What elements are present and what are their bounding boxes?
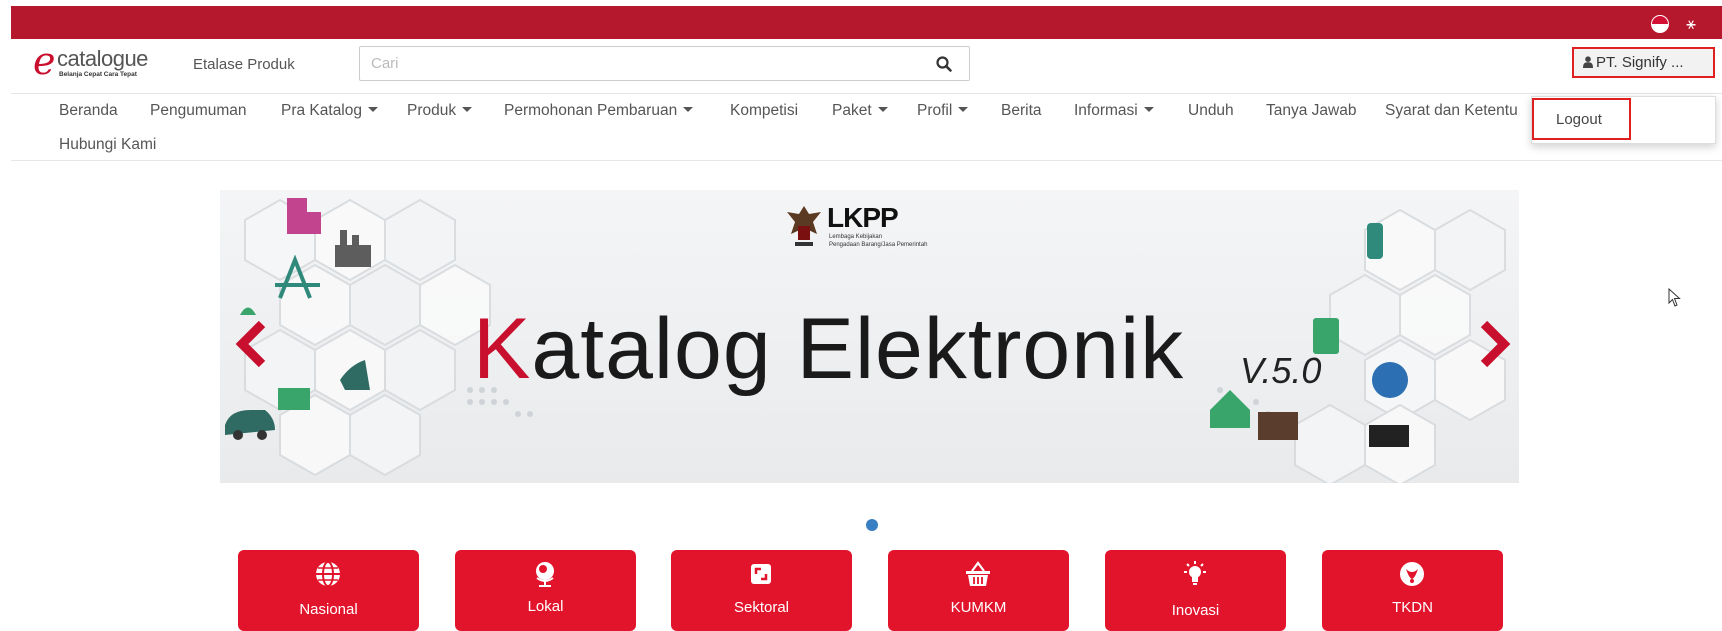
nav-item-syarat-dan-ketentu[interactable]: Syarat dan Ketentu xyxy=(1385,102,1518,120)
logout-menu-item[interactable]: Logout xyxy=(1532,98,1631,140)
basket-icon xyxy=(966,561,990,586)
nav-item-label: Profil xyxy=(917,102,953,119)
nav-item-label: Syarat dan Ketentu xyxy=(1385,102,1518,119)
nav-item-label: Berita xyxy=(1001,102,1042,119)
carousel-next-arrow-icon[interactable] xyxy=(1476,320,1512,368)
nav-item-label: Informasi xyxy=(1074,102,1138,119)
nav-item-unduh[interactable]: Unduh xyxy=(1188,102,1234,120)
nav-item-beranda[interactable]: Beranda xyxy=(59,102,118,120)
nav-item-profil[interactable]: Profil xyxy=(917,102,969,120)
tile-nasional[interactable]: Nasional xyxy=(238,550,419,631)
nav-item-label: Pra Katalog xyxy=(281,102,362,119)
tile-label-tkdn: TKDN xyxy=(1392,599,1433,616)
user-menu-button[interactable]: PT. Signify ... xyxy=(1572,47,1715,78)
tile-kumkm[interactable]: KUMKM xyxy=(888,550,1069,631)
nav-item-permohonan-pembaruan[interactable]: Permohonan Pembaruan xyxy=(504,102,694,120)
mouse-cursor-icon xyxy=(1668,288,1681,307)
user-dropdown-menu: Logout xyxy=(1531,96,1716,144)
nav-item-label: Beranda xyxy=(59,102,118,119)
lkpp-subtitle-2: Pengadaan Barang/Jasa Pemerintah xyxy=(829,242,928,248)
tile-tkdn[interactable]: TKDN xyxy=(1322,550,1503,631)
user-name-label: PT. Signify ... xyxy=(1596,54,1684,71)
tile-lokal[interactable]: Lokal xyxy=(455,550,636,631)
nav-item-pengumuman[interactable]: Pengumuman xyxy=(150,102,247,120)
nav-item-informasi[interactable]: Informasi xyxy=(1074,102,1154,120)
top-bar: ⚹ xyxy=(11,6,1722,39)
logo-e: e xyxy=(33,39,56,83)
main-nav: Beranda Pengumuman Pra Katalog Produk Permoh… xyxy=(11,94,1722,161)
expand-icon xyxy=(751,564,771,584)
caret-down-icon xyxy=(368,107,378,113)
banner-title-first-letter: K xyxy=(473,301,532,397)
nav-item-label: Hubungi Kami xyxy=(59,136,157,153)
tile-inovasi[interactable]: Inovasi xyxy=(1105,550,1286,631)
caret-down-icon xyxy=(1143,107,1154,113)
ecatalogue-logo[interactable]: e catalogue Belanja Cepat Cara Tepat xyxy=(33,40,173,86)
search-box xyxy=(359,46,970,81)
nav-row-1: Beranda Pengumuman Pra Katalog Produk Permoh… xyxy=(11,94,1722,128)
desk-globe-icon xyxy=(536,562,554,587)
nav-item-tanya-jawab[interactable]: Tanya Jawab xyxy=(1266,102,1356,120)
tkdn-logo-icon xyxy=(1400,562,1424,586)
nav-item-label: Kompetisi xyxy=(730,102,799,119)
banner-title: Katalog Elektronik xyxy=(473,300,1184,399)
tile-sektoral[interactable]: Sektoral xyxy=(671,550,852,631)
nav-item-label: Pengumuman xyxy=(150,102,247,119)
garuda-emblem-icon xyxy=(787,206,821,246)
lightbulb-icon xyxy=(1184,561,1206,585)
nav-item-hubungi-kami[interactable]: Hubungi Kami xyxy=(59,136,156,154)
caret-down-icon xyxy=(877,107,888,113)
nav-item-label: Unduh xyxy=(1188,102,1234,119)
nav-item-label: Produk xyxy=(407,102,457,119)
uk-flag-icon[interactable]: ⚹ xyxy=(1681,14,1701,34)
search-icon[interactable] xyxy=(935,55,953,73)
logo-tagline: Belanja Cepat Cara Tepat xyxy=(59,71,137,78)
logo-word: catalogue xyxy=(57,46,148,71)
header: e catalogue Belanja Cepat Cara Tepat Eta… xyxy=(11,39,1722,94)
caret-down-icon xyxy=(958,107,969,113)
caret-down-icon xyxy=(462,107,473,113)
tile-label-inovasi: Inovasi xyxy=(1171,602,1220,619)
globe-icon xyxy=(316,561,340,587)
nav-row-2: Hubungi Kami xyxy=(11,128,1722,162)
tile-label-kumkm: KUMKM xyxy=(950,599,1007,616)
nav-item-label: Tanya Jawab xyxy=(1266,102,1357,119)
lkpp-subtitle-1: Lembaga Kebijakan xyxy=(829,234,883,240)
caret-down-icon xyxy=(683,107,694,113)
nav-item-berita[interactable]: Berita xyxy=(1001,102,1042,120)
etalase-produk-link[interactable]: Etalase Produk xyxy=(193,56,295,73)
tile-label-lokal: Lokal xyxy=(527,598,564,615)
carousel-prev-arrow-icon[interactable] xyxy=(234,320,270,368)
lkpp-logo: LKPP Lembaga Kebijakan Pengadaan Barang/… xyxy=(785,202,985,254)
carousel-indicator-dot[interactable] xyxy=(866,519,878,531)
lkpp-wordmark: LKPP xyxy=(827,202,899,233)
page: ⚹ e catalogue Belanja Cepat Cara Tepat E… xyxy=(11,6,1722,631)
nav-item-label: Paket xyxy=(832,102,872,119)
nav-item-kompetisi[interactable]: Kompetisi xyxy=(730,102,798,120)
user-icon xyxy=(1583,56,1593,68)
hero-carousel[interactable]: LKPP Lembaga Kebijakan Pengadaan Barang/… xyxy=(220,190,1519,483)
nav-item-paket[interactable]: Paket xyxy=(832,102,888,120)
search-input[interactable] xyxy=(360,47,920,80)
indonesia-flag-icon[interactable] xyxy=(1651,15,1669,33)
nav-item-pra-katalog[interactable]: Pra Katalog xyxy=(281,102,378,120)
nav-item-produk[interactable]: Produk xyxy=(407,102,473,120)
tile-label-sektoral: Sektoral xyxy=(733,599,790,616)
banner-title-rest: atalog Elektronik xyxy=(531,301,1185,397)
banner-version: V.5.0 xyxy=(1240,350,1322,391)
tile-label-nasional: Nasional xyxy=(299,601,358,618)
category-tiles: Nasional Lokal Sektoral KUMKM Inovasi TK… xyxy=(0,550,1722,631)
nav-item-label: Permohonan Pembaruan xyxy=(504,102,678,119)
